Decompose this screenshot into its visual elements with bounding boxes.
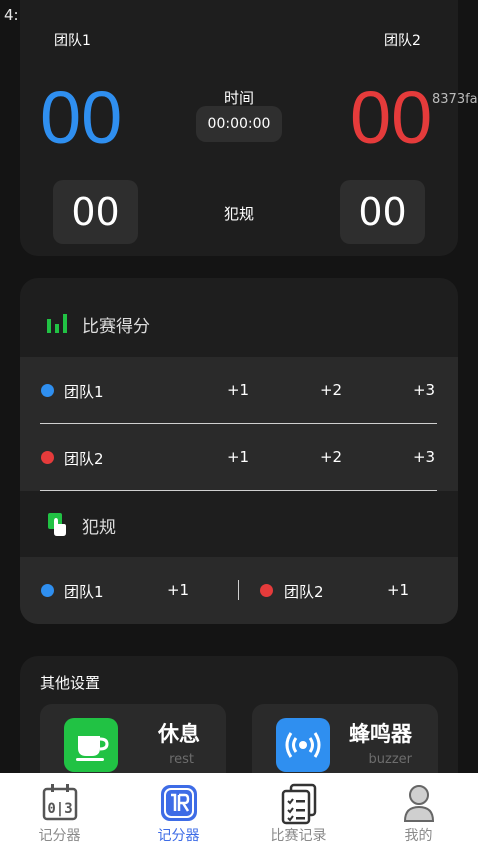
team1-score[interactable]: 00 xyxy=(40,75,130,161)
overflow-text: 8373fa xyxy=(432,92,478,107)
other-settings-title: 其他设置 xyxy=(40,674,101,692)
nav-item-scorer-2[interactable]: 记分器 xyxy=(119,773,238,850)
foul-team1-label: 团队1 xyxy=(64,583,104,601)
nav-label: 记分器 xyxy=(157,828,200,844)
team1-plus3-button[interactable]: +3 xyxy=(404,381,444,399)
svg-text:0|3: 0|3 xyxy=(47,801,72,817)
user-icon xyxy=(403,785,435,822)
team1-name[interactable]: 团队1 xyxy=(54,30,91,50)
row-divider xyxy=(40,490,437,491)
bottom-nav: 0|3 记分器 记分器 比赛记录 我的 xyxy=(0,773,478,850)
team2-fouls[interactable]: 00 xyxy=(340,180,425,244)
buzzer-title: 蜂鸣器 xyxy=(349,722,412,746)
calendar-counter-icon: 0|3 xyxy=(42,784,78,821)
team1-plus2-button[interactable]: +2 xyxy=(311,381,351,399)
team1-dot xyxy=(41,384,54,397)
team2-plus1-button[interactable]: +1 xyxy=(218,448,258,466)
time-label: 时间 xyxy=(223,89,254,107)
score-row-team1-label: 团队1 xyxy=(64,383,104,401)
nav-label: 我的 xyxy=(404,828,433,844)
team2-dot xyxy=(41,451,54,464)
nav-item-match-records[interactable]: 比赛记录 xyxy=(239,773,358,850)
team2-name[interactable]: 团队2 xyxy=(384,30,421,50)
foul-team2-label: 团队2 xyxy=(284,583,324,601)
team2-foul-plus1-button[interactable]: +1 xyxy=(378,581,418,599)
team2-score[interactable]: 00 xyxy=(350,75,440,161)
checklist-icon xyxy=(281,783,317,825)
rest-subtitle: rest xyxy=(169,752,194,767)
bar-chart-icon xyxy=(47,314,67,333)
foul-label: 犯规 xyxy=(223,205,254,223)
hand-pointer-icon xyxy=(48,513,66,536)
timer-display[interactable]: 00:00:00 xyxy=(196,106,282,142)
team2-plus2-button[interactable]: +2 xyxy=(311,448,351,466)
team1-fouls[interactable]: 00 xyxy=(53,180,138,244)
rest-title: 休息 xyxy=(158,722,200,746)
buzzer-subtitle: buzzer xyxy=(368,752,412,767)
nav-label: 比赛记录 xyxy=(270,828,327,844)
team2-plus3-button[interactable]: +3 xyxy=(404,448,444,466)
coffee-cup-icon xyxy=(64,718,118,772)
team1-dot xyxy=(41,584,54,597)
buzzer-icon xyxy=(276,718,330,772)
score-row-team2-label: 团队2 xyxy=(64,450,104,468)
nav-item-mine[interactable]: 我的 xyxy=(359,773,478,850)
scoreboard-icon xyxy=(161,785,197,821)
match-score-title: 比赛得分 xyxy=(82,317,150,337)
foul-separator xyxy=(238,580,239,600)
team1-plus1-button[interactable]: +1 xyxy=(218,381,258,399)
team2-dot xyxy=(260,584,273,597)
fouls-title: 犯规 xyxy=(82,518,116,538)
nav-label: 记分器 xyxy=(38,828,81,844)
nav-item-scorer-1[interactable]: 0|3 记分器 xyxy=(0,773,119,850)
team1-foul-plus1-button[interactable]: +1 xyxy=(158,581,198,599)
